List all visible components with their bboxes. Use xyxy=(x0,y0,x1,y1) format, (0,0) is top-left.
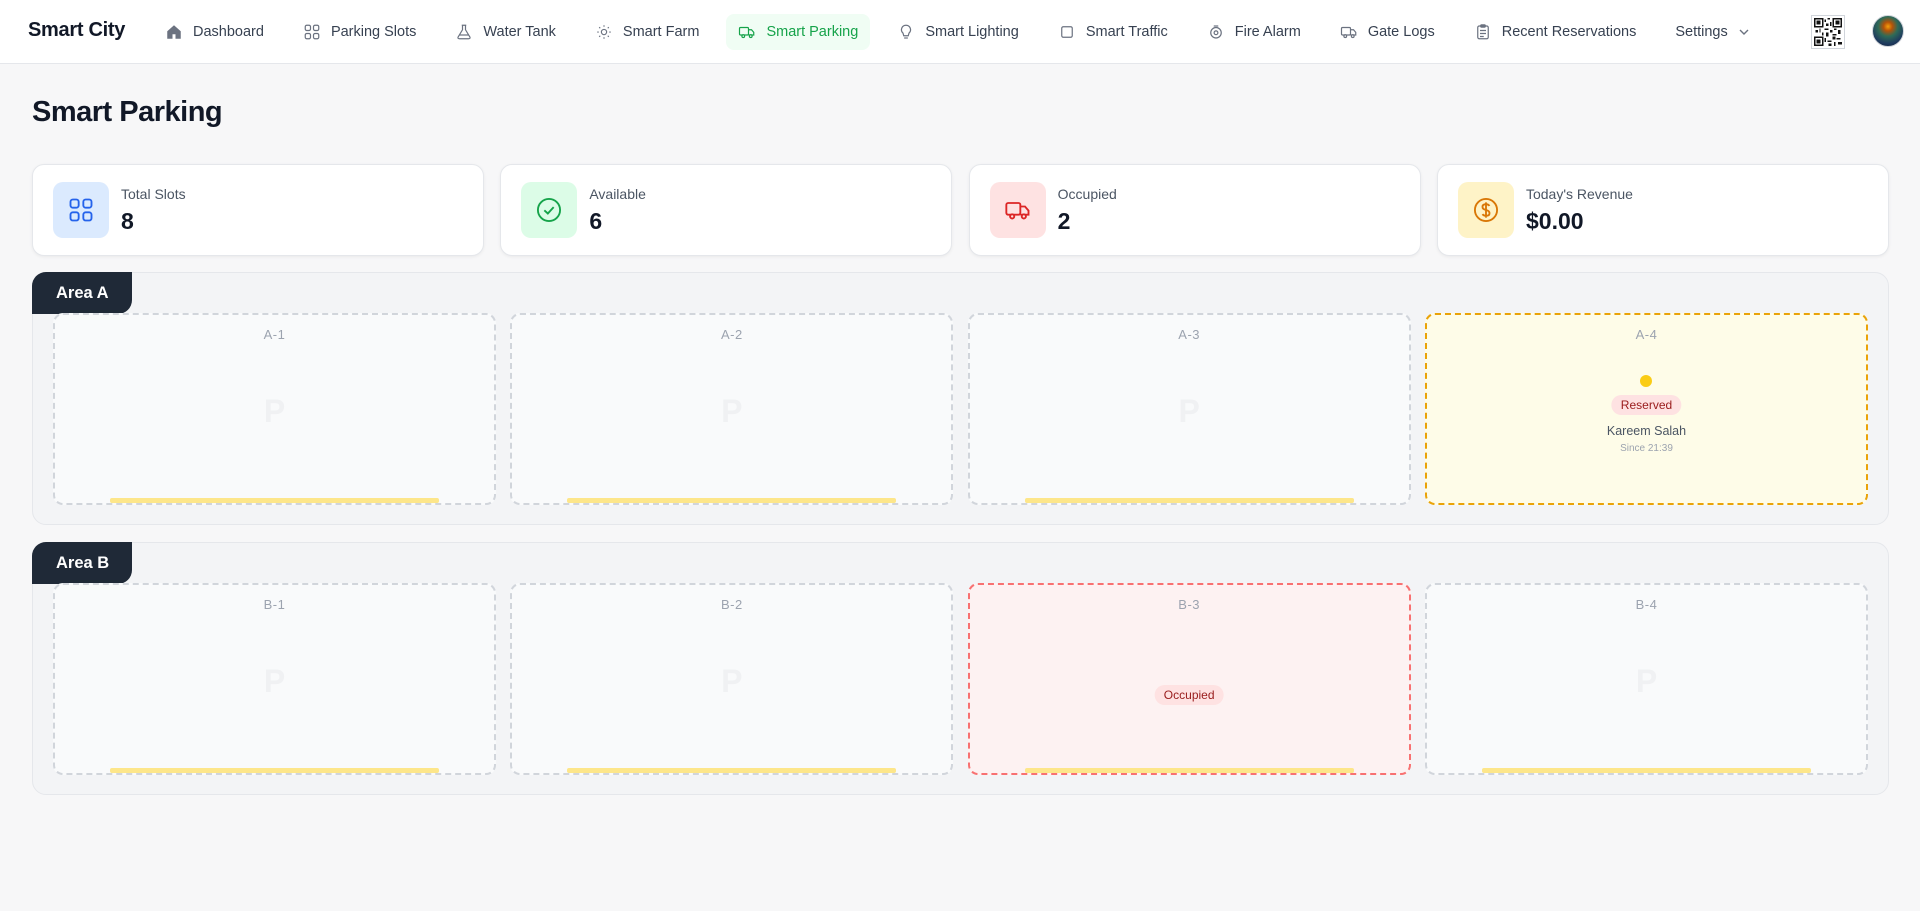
nav-item-label: Smart Traffic xyxy=(1085,24,1168,40)
slot-id: A-3 xyxy=(1178,327,1201,342)
stat-label: Total Slots xyxy=(121,185,186,202)
clipboard-icon xyxy=(1474,23,1492,41)
status-badge: Occupied xyxy=(1154,685,1224,705)
truck-icon xyxy=(1340,23,1358,41)
slot-grid: B-1 P B-2 P B-3 Occupied B-4 P xyxy=(53,583,1868,775)
qr-code-button[interactable] xyxy=(1811,15,1845,49)
stats-row: Total Slots 8 Available 6 Occupied 2 Tod… xyxy=(32,164,1889,256)
nav-item-recent-reservations[interactable]: Recent Reservations xyxy=(1462,14,1649,50)
fire-alarm-icon xyxy=(1207,23,1225,41)
nav-item-smart-traffic[interactable]: Smart Traffic xyxy=(1046,14,1180,50)
slot-id: B-2 xyxy=(720,597,743,612)
slot-grid: A-1 P A-2 P A-3 P A-4 Reserved Kareem Sa… xyxy=(53,313,1868,505)
nav-item-label: Recent Reservations xyxy=(1501,24,1637,40)
nav-item-water-tank[interactable]: Water Tank xyxy=(443,14,568,50)
nav-item-label: Settings xyxy=(1675,24,1728,40)
truck-icon xyxy=(989,182,1046,238)
grid-icon xyxy=(53,182,109,238)
qr-code-icon xyxy=(1814,18,1842,46)
stat-value: 2 xyxy=(1057,207,1071,234)
top-navbar: Smart City Dashboard Parking Slots Water… xyxy=(0,0,1920,64)
stat-card-total-slots: Total Slots 8 xyxy=(32,164,484,256)
status-dot xyxy=(1640,375,1653,387)
bulb-icon xyxy=(897,23,915,41)
parking-slot[interactable]: A-3 P xyxy=(967,313,1411,505)
slot-id: A-2 xyxy=(720,327,743,342)
nav-item-label: Gate Logs xyxy=(1367,24,1435,40)
stat-value: 8 xyxy=(121,207,134,234)
stat-card-revenue: Today's Revenue $0.00 xyxy=(1436,164,1889,256)
slot-bar xyxy=(1024,498,1354,503)
slot-id: B-3 xyxy=(1178,597,1201,612)
stat-label: Today's Revenue xyxy=(1525,185,1633,202)
parking-area-a: Area A A-1 P A-2 P A-3 P A-4 Reserved Ka… xyxy=(32,272,1889,525)
parking-p-icon: P xyxy=(263,393,286,429)
slot-id: A-1 xyxy=(263,327,286,342)
nav-item-smart-lighting[interactable]: Smart Lighting xyxy=(885,14,1031,50)
nav-item-dashboard[interactable]: Dashboard xyxy=(153,14,276,50)
nav-item-parking-slots[interactable]: Parking Slots xyxy=(291,14,428,50)
nav-item-fire-alarm[interactable]: Fire Alarm xyxy=(1195,14,1313,50)
nav-item-label: Parking Slots xyxy=(330,24,417,40)
stat-label: Available xyxy=(589,185,646,202)
parking-slot[interactable]: A-2 P xyxy=(510,313,954,505)
square-icon xyxy=(1058,23,1076,41)
parking-p-icon: P xyxy=(721,393,743,429)
slot-bar xyxy=(110,498,439,503)
nav-item-label: Fire Alarm xyxy=(1234,24,1301,40)
user-avatar[interactable] xyxy=(1872,15,1904,47)
slot-bar xyxy=(567,768,897,773)
stat-value: $0.00 xyxy=(1525,207,1584,234)
truck-icon xyxy=(738,23,756,41)
status-badge: Reserved xyxy=(1611,395,1682,415)
parking-p-icon: P xyxy=(1635,663,1658,699)
parking-slot[interactable]: B-4 P xyxy=(1424,583,1868,775)
stat-card-occupied: Occupied 2 xyxy=(968,164,1421,256)
slot-bar xyxy=(567,498,897,503)
slot-id: B-4 xyxy=(1635,597,1658,612)
check-circle-icon xyxy=(521,182,578,238)
slot-id: A-4 xyxy=(1635,327,1658,342)
stat-card-available: Available 6 xyxy=(500,164,953,256)
nav-item-label: Dashboard xyxy=(193,24,264,40)
flask-icon xyxy=(455,23,473,41)
parking-p-icon: P xyxy=(721,663,743,699)
area-tag: Area B xyxy=(32,542,132,584)
grid-icon xyxy=(303,23,321,41)
nav-item-smart-parking[interactable]: Smart Parking xyxy=(726,14,871,50)
slot-id: B-1 xyxy=(263,597,286,612)
parking-area-b: Area B B-1 P B-2 P B-3 Occupied B-4 P xyxy=(32,542,1889,795)
parking-slot-reserved[interactable]: A-4 Reserved Kareem Salah Since 21:39 xyxy=(1424,313,1868,505)
parking-slot-occupied[interactable]: B-3 Occupied xyxy=(967,583,1411,775)
slot-bar xyxy=(1481,768,1811,773)
nav-item-label: Smart Lighting xyxy=(925,24,1019,40)
home-icon xyxy=(165,23,183,41)
area-tag: Area A xyxy=(32,272,132,314)
nav-item-label: Smart Parking xyxy=(766,24,859,40)
slot-bar xyxy=(110,768,439,773)
parking-slot[interactable]: B-2 P xyxy=(510,583,954,775)
nav-item-gate-logs[interactable]: Gate Logs xyxy=(1328,14,1447,50)
nav-item-label: Water Tank xyxy=(483,24,556,40)
reserved-by: Kareem Salah xyxy=(1606,424,1687,438)
stat-value: 6 xyxy=(589,207,603,234)
parking-p-icon: P xyxy=(1178,393,1200,429)
chevron-down-icon xyxy=(1738,26,1750,38)
parking-slot[interactable]: B-1 P xyxy=(53,583,496,775)
parking-p-icon: P xyxy=(263,663,286,699)
parking-slot[interactable]: A-1 P xyxy=(53,313,496,505)
main-nav: Dashboard Parking Slots Water Tank Smart… xyxy=(153,14,1777,50)
sun-icon xyxy=(595,23,613,41)
nav-item-settings[interactable]: Settings xyxy=(1663,14,1761,50)
page-title: Smart Parking xyxy=(32,96,223,128)
brand-logo-text[interactable]: Smart City xyxy=(28,19,125,42)
nav-item-smart-farm[interactable]: Smart Farm xyxy=(583,14,712,50)
stat-label: Occupied xyxy=(1057,185,1117,202)
nav-item-label: Smart Farm xyxy=(622,24,700,40)
reserved-since: Since 21:39 xyxy=(1620,443,1673,454)
slot-bar xyxy=(1024,768,1354,773)
dollar-circle-icon xyxy=(1457,182,1514,238)
